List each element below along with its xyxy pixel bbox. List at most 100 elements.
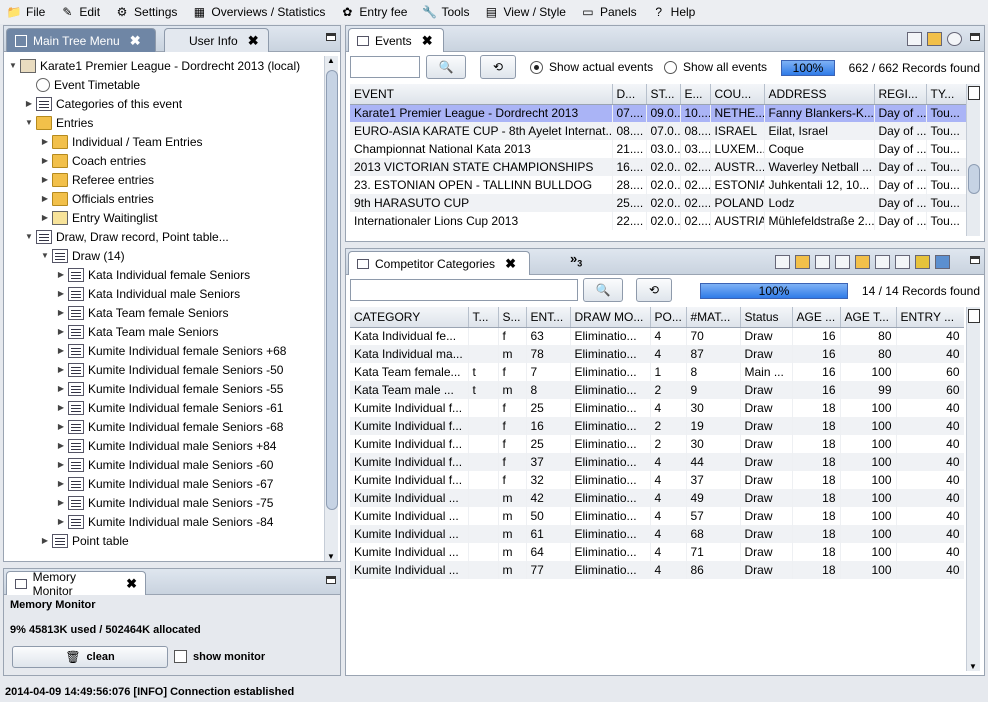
categories-search-button[interactable]: 🔍 [583, 278, 623, 302]
tree-item[interactable]: ▶ Kumite Individual female Seniors -61 [56, 398, 283, 417]
table-row[interactable]: Kumite Individual ... m 77 Eliminatio... 4 86… [350, 561, 964, 579]
tree-scroll-thumb[interactable] [326, 70, 338, 510]
tree-item[interactable]: ▶ Kumite Individual female Seniors -50 [56, 360, 283, 379]
table-row[interactable]: Kumite Individual ... m 61 Eliminatio... 4 68… [350, 525, 964, 543]
menu-item-edit[interactable]: ✎ Edit [59, 4, 100, 20]
tab-overflow-button[interactable]: »3 [570, 251, 582, 269]
expanded-arrow-icon[interactable]: ▼ [40, 251, 50, 260]
tree-item[interactable]: ▶ Kata Team female Seniors [56, 303, 229, 322]
events-scroll-thumb[interactable] [968, 164, 980, 194]
collapsed-arrow-icon[interactable]: ▶ [40, 175, 50, 184]
collapsed-arrow-icon[interactable]: ▶ [56, 460, 66, 469]
toolbar-icon-2[interactable] [795, 255, 810, 269]
column-header[interactable]: E... [680, 84, 711, 105]
toolbar-icon-1[interactable] [775, 255, 790, 269]
clean-button[interactable]: 🗑 clean [12, 646, 168, 668]
toolbar-icon-6[interactable] [875, 255, 890, 269]
tree-item[interactable]: Event Timetable [24, 75, 140, 94]
scroll-up-icon[interactable]: ▲ [327, 56, 335, 65]
collapsed-arrow-icon[interactable]: ▶ [56, 270, 66, 279]
menu-item-entry-fee[interactable]: ✿ Entry fee [339, 4, 407, 20]
column-header[interactable]: ADDRESS [764, 84, 875, 105]
close-icon[interactable]: ✖ [422, 33, 433, 49]
column-header[interactable]: D... [612, 84, 647, 105]
column-header[interactable]: ENTRY ... [896, 307, 964, 328]
column-header[interactable]: ENT... [526, 307, 571, 328]
column-header[interactable]: TY... [926, 84, 966, 105]
minimize-icon[interactable] [970, 256, 980, 264]
collapsed-arrow-icon[interactable]: ▶ [24, 99, 34, 108]
toolbar-icon-3[interactable] [815, 255, 830, 269]
events-refresh-button[interactable]: ⟲ [480, 55, 516, 79]
tree-item[interactable]: ▼ Draw, Draw record, Point table... [24, 227, 229, 246]
collapsed-arrow-icon[interactable]: ▶ [56, 346, 66, 355]
table-row[interactable]: Kumite Individual f... f 16 Eliminatio... 2 1… [350, 417, 964, 435]
column-chooser-icon[interactable] [968, 309, 980, 323]
column-header[interactable]: PO... [650, 307, 687, 328]
collapsed-arrow-icon[interactable]: ▶ [40, 137, 50, 146]
tree-item[interactable]: ▶ Point table [40, 531, 129, 550]
table-row[interactable]: 23. ESTONIAN OPEN - TALLINN BULLDOG 28...… [350, 176, 966, 194]
column-header[interactable]: EVENT [350, 84, 613, 105]
tree-item[interactable]: ▼ Karate1 Premier League - Dordrecht 2013… [8, 56, 300, 75]
menu-item-view-style[interactable]: ▤ View / Style [483, 4, 566, 20]
tree-item[interactable]: ▶ Categories of this event [24, 94, 182, 113]
table-row[interactable]: 2013 VICTORIAN STATE CHAMPIONSHIPS 16....… [350, 158, 966, 176]
column-header[interactable]: COU... [710, 84, 765, 105]
column-header[interactable]: T... [468, 307, 499, 328]
menu-item-overviews-statistics[interactable]: ▦ Overviews / Statistics [191, 4, 326, 20]
collapsed-arrow-icon[interactable]: ▶ [40, 194, 50, 203]
tree-item[interactable]: ▶ Officials entries [40, 189, 154, 208]
expanded-arrow-icon[interactable]: ▼ [8, 61, 18, 70]
table-row[interactable]: EURO-ASIA KARATE CUP - 8th Ayelet Intern… [350, 122, 966, 140]
tree-item[interactable]: ▶ Kumite Individual male Seniors -84 [56, 512, 273, 531]
tree-item[interactable]: ▶ Kumite Individual male Seniors +84 [56, 436, 276, 455]
tree-item[interactable]: ▶ Kumite Individual male Seniors -67 [56, 474, 273, 493]
collapsed-arrow-icon[interactable]: ▶ [56, 422, 66, 431]
table-row[interactable]: Kumite Individual ... m 42 Eliminatio... 4 49… [350, 489, 964, 507]
clock-icon[interactable] [947, 32, 962, 46]
table-row[interactable]: Kata Individual ma... m 78 Eliminatio... 4 87… [350, 345, 964, 363]
column-header[interactable]: Status [740, 307, 793, 328]
table-row[interactable]: Kumite Individual ... m 50 Eliminatio... 4 57… [350, 507, 964, 525]
tree-item[interactable]: ▶ Referee entries [40, 170, 154, 189]
table-row[interactable]: Kumite Individual ... m 64 Eliminatio... 4 71… [350, 543, 964, 561]
collapsed-arrow-icon[interactable]: ▶ [56, 308, 66, 317]
close-icon[interactable]: ✖ [505, 256, 516, 272]
events-search-button[interactable]: 🔍 [426, 55, 466, 79]
tree-item[interactable]: ▶ Kumite Individual female Seniors +68 [56, 341, 286, 360]
menu-item-file[interactable]: 📁 File [6, 4, 46, 20]
close-icon[interactable]: ✖ [248, 33, 259, 49]
tree-item[interactable]: ▶ Kata Team male Seniors [56, 322, 219, 341]
tree-item[interactable]: ▶ Kata Individual male Seniors [56, 284, 240, 303]
open-folder-icon[interactable] [927, 32, 942, 46]
tree-item[interactable]: ▶ Coach entries [40, 151, 146, 170]
table-row[interactable]: Internationaler Lions Cup 2013 22.... 02.0… [350, 212, 966, 230]
scroll-down-icon[interactable]: ▼ [969, 662, 977, 671]
tab-memory-monitor[interactable]: Memory Monitor ✖ [6, 570, 146, 598]
column-chooser-icon[interactable] [968, 86, 980, 100]
collapsed-arrow-icon[interactable]: ▶ [56, 479, 66, 488]
minimize-icon[interactable] [970, 33, 980, 41]
tree-item[interactable]: ▶ Kata Individual female Seniors [56, 265, 250, 284]
collapsed-arrow-icon[interactable]: ▶ [56, 384, 66, 393]
collapsed-arrow-icon[interactable]: ▶ [56, 441, 66, 450]
events-scrollbar[interactable] [966, 84, 980, 236]
column-header[interactable]: ST... [646, 84, 681, 105]
edit-event-icon[interactable] [907, 32, 922, 46]
close-icon[interactable]: ✖ [126, 576, 137, 592]
column-header[interactable]: REGI... [874, 84, 927, 105]
minimize-icon[interactable] [326, 576, 336, 584]
table-row[interactable]: Kumite Individual f... f 37 Eliminatio... 4 4… [350, 453, 964, 471]
toolbar-icon-4[interactable] [835, 255, 850, 269]
tree-item[interactable]: ▶ Entry Waitinglist [40, 208, 158, 227]
collapsed-arrow-icon[interactable]: ▶ [56, 517, 66, 526]
show-actual-events-radio[interactable]: Show actual events [530, 60, 653, 74]
table-row[interactable]: 9th HARASUTO CUP25....02.0...02....POLAN… [350, 194, 966, 212]
tree-item[interactable]: ▶ Individual / Team Entries [40, 132, 203, 151]
minimize-icon[interactable] [326, 33, 336, 41]
tab-main-tree-menu[interactable]: Main Tree Menu ✖ [6, 28, 156, 52]
categories-search-input[interactable] [350, 279, 578, 301]
tree-item[interactable]: ▶ Kumite Individual female Seniors -68 [56, 417, 283, 436]
column-header[interactable]: AGE T... [840, 307, 897, 328]
